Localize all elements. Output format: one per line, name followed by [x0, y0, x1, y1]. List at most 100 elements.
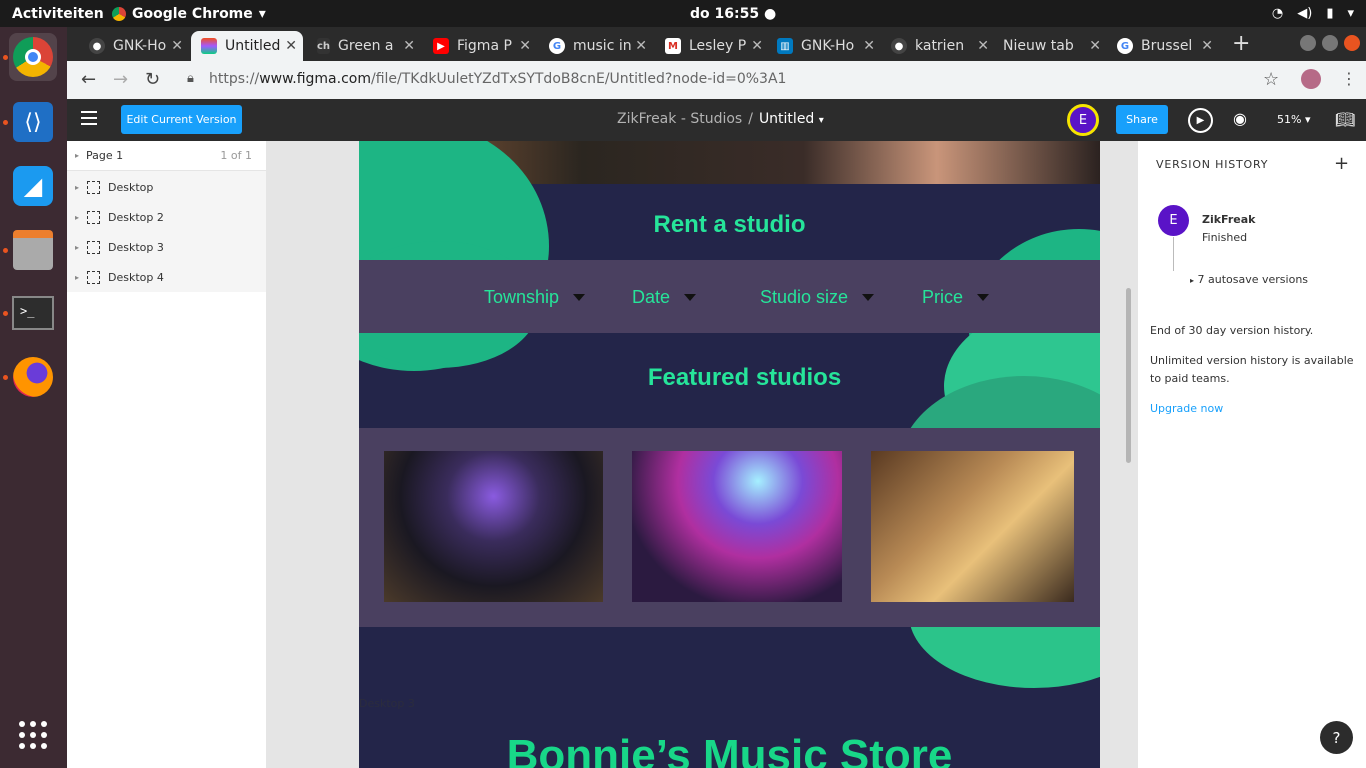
help-icon[interactable]: ?: [1320, 721, 1353, 754]
google-icon: G: [549, 38, 565, 54]
github-icon: ●: [891, 38, 907, 54]
close-tab-icon[interactable]: ✕: [1201, 38, 1213, 54]
version-status: Finished: [1202, 231, 1248, 244]
filter-studio-size[interactable]: Studio size: [760, 287, 875, 308]
url-field[interactable]: https://www.figma.com/file/TKdkUuletYZdT…: [209, 71, 786, 87]
layer-item[interactable]: ▸ Desktop 2: [67, 202, 266, 232]
close-tab-icon[interactable]: ✕: [1089, 38, 1101, 54]
present-play-icon[interactable]: ▶: [1188, 108, 1213, 133]
version-user[interactable]: ZikFreak: [1202, 213, 1256, 226]
reload-icon[interactable]: ↻: [145, 69, 160, 90]
close-tab-icon[interactable]: ✕: [519, 38, 531, 54]
studio-image[interactable]: [632, 451, 842, 602]
close-window-icon[interactable]: [1344, 35, 1360, 51]
vscode-dock-icon[interactable]: ⟨⟩: [9, 98, 57, 146]
firefox-dock-icon[interactable]: [9, 353, 57, 401]
new-tab-icon[interactable]: +: [1232, 31, 1250, 56]
close-tab-icon[interactable]: ✕: [285, 38, 297, 54]
clock[interactable]: do 16:55 ●: [690, 6, 776, 22]
filter-price[interactable]: Price: [922, 287, 990, 308]
eye-icon[interactable]: ◉: [1233, 109, 1247, 128]
system-tray[interactable]: ◔ ◀) ▮ ▾: [1272, 6, 1354, 21]
frame-label[interactable]: Desktop 3: [359, 697, 415, 710]
filter-date[interactable]: Date: [632, 287, 697, 308]
add-version-icon[interactable]: +: [1334, 153, 1349, 174]
browser-tab[interactable]: ▶ Figma P ✕: [423, 31, 537, 61]
browser-tab-active[interactable]: Untitled ✕: [191, 31, 303, 61]
maximize-icon[interactable]: [1322, 35, 1338, 51]
app-menu[interactable]: Google Chrome ▾: [112, 6, 266, 22]
app-grid-icon[interactable]: [9, 711, 57, 759]
caret-right-icon[interactable]: ▸: [75, 243, 79, 252]
files-dock-icon[interactable]: [9, 226, 57, 274]
browser-tab[interactable]: Nieuw tab ✕: [993, 31, 1107, 61]
chrome-dock-icon[interactable]: [9, 33, 57, 81]
figma-toolbar: Edit Current Version ZikFreak - Studios /…: [67, 99, 1366, 141]
window-controls: [1300, 35, 1360, 51]
unlimited-history-note: Unlimited version history is available t…: [1150, 354, 1354, 385]
frame-icon: [87, 270, 101, 284]
caret-right-icon[interactable]: ▸: [75, 213, 79, 222]
power-menu-icon: ▾: [1347, 6, 1354, 21]
filter-bar: Township Date Studio size Price: [359, 260, 1100, 333]
close-tab-icon[interactable]: ✕: [863, 38, 875, 54]
caret-right-icon[interactable]: ▸: [75, 183, 79, 192]
avatar[interactable]: E: [1067, 104, 1099, 136]
editor-dock-icon[interactable]: ◢: [9, 162, 57, 210]
studio-image[interactable]: [384, 451, 603, 602]
browser-tab[interactable]: ● katrien ✕: [881, 31, 995, 61]
layer-item[interactable]: ▸ Desktop: [67, 172, 266, 202]
filter-township[interactable]: Township: [484, 287, 586, 308]
menu-icon[interactable]: [81, 111, 97, 129]
dropdown-triangle-icon: [862, 294, 875, 301]
browser-tab[interactable]: G music in ✕: [539, 31, 653, 61]
featured-studios-heading: Featured studios: [647, 364, 842, 391]
design-canvas[interactable]: Rent a studio Township Date Studio size …: [267, 141, 1137, 768]
forward-icon[interactable]: →: [113, 69, 128, 90]
volume-icon: ◀): [1297, 6, 1313, 21]
terminal-dock-icon[interactable]: >_: [9, 289, 57, 337]
chevron-down-icon[interactable]: ▾: [819, 115, 824, 126]
upgrade-link[interactable]: Upgrade now: [1150, 402, 1223, 415]
zoom-dropdown[interactable]: 51% ▾: [1277, 113, 1310, 126]
close-tab-icon[interactable]: ✕: [171, 38, 183, 54]
layers-panel: ▸ Page 1 1 of 1 ▸ Desktop ▸ Desktop 2 ▸ Des…: [67, 141, 267, 768]
layer-item[interactable]: ▸ Desktop 3: [67, 232, 266, 262]
minimize-icon[interactable]: [1300, 35, 1316, 51]
history-end-note: End of 30 day version history.: [1150, 324, 1314, 337]
share-button[interactable]: Share: [1116, 105, 1168, 134]
studio-image[interactable]: [871, 451, 1074, 602]
more-menu-icon[interactable]: ⋮: [1341, 69, 1357, 88]
browser-tab[interactable]: M Lesley P ✕: [655, 31, 769, 61]
version-history-panel: VERSION HISTORY + E ZikFreak Finished ▸ …: [1137, 141, 1366, 768]
desktop-frame[interactable]: Rent a studio Township Date Studio size …: [359, 141, 1100, 768]
bookmark-star-icon[interactable]: ☆: [1263, 69, 1279, 90]
close-tab-icon[interactable]: ✕: [751, 38, 763, 54]
browser-tab[interactable]: G Brussel ✕: [1107, 31, 1219, 61]
close-tab-icon[interactable]: ✕: [635, 38, 647, 54]
canvas-scrollbar[interactable]: [1126, 288, 1131, 463]
close-tab-icon[interactable]: ✕: [977, 38, 989, 54]
avatar: E: [1158, 205, 1189, 236]
browser-tab[interactable]: ● GNK-Ho ✕: [79, 31, 189, 61]
activities-button[interactable]: Activiteiten: [0, 6, 112, 22]
page-selector[interactable]: ▸ Page 1 1 of 1: [67, 141, 266, 171]
browser-tab[interactable]: ▥ GNK-Ho ✕: [767, 31, 881, 61]
browser-tab[interactable]: ch Green a ✕: [307, 31, 421, 61]
file-name[interactable]: Untitled: [759, 111, 814, 127]
team-name[interactable]: ZikFreak - Studios: [617, 111, 742, 127]
book-icon[interactable]: 📖︎: [1335, 110, 1355, 129]
caret-right-icon[interactable]: ▸: [75, 273, 79, 282]
close-tab-icon[interactable]: ✕: [403, 38, 415, 54]
github-icon: ●: [89, 38, 105, 54]
lock-icon[interactable]: 🔒︎: [187, 71, 194, 86]
layer-item[interactable]: ▸ Desktop 4: [67, 262, 266, 292]
wifi-icon: ◔: [1271, 6, 1284, 21]
autosave-toggle[interactable]: ▸ 7 autosave versions: [1190, 273, 1308, 286]
frame-icon: [87, 180, 101, 194]
edit-current-version-button[interactable]: Edit Current Version: [121, 105, 242, 134]
back-icon[interactable]: ←: [81, 69, 96, 90]
google-icon: G: [1117, 38, 1133, 54]
profile-avatar[interactable]: [1301, 69, 1321, 89]
dropdown-triangle-icon: [684, 294, 697, 301]
